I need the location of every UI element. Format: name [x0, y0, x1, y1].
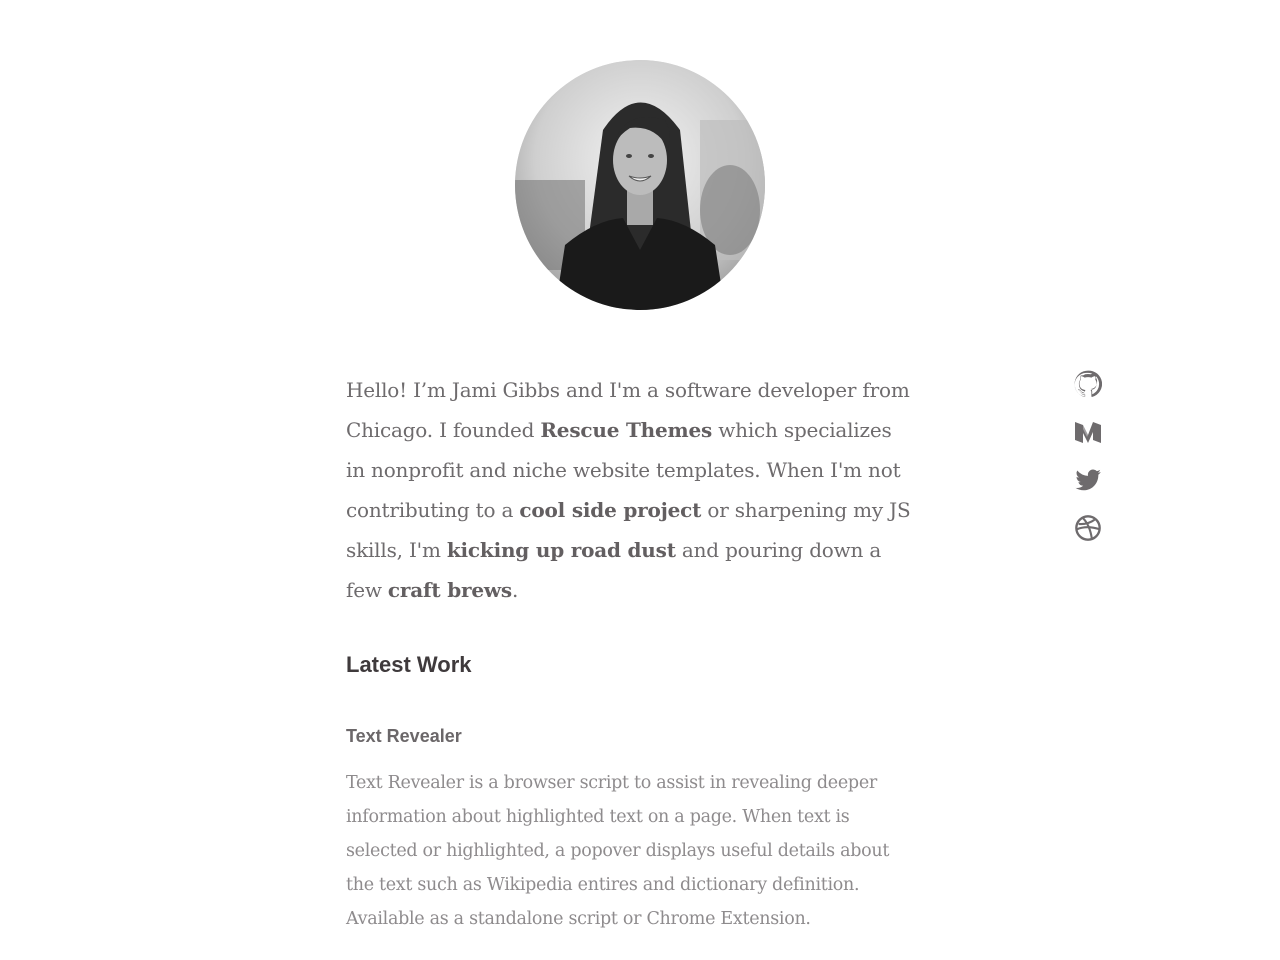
latest-work-heading: Latest Work: [346, 652, 472, 677]
intro-text: .: [511, 578, 519, 602]
medium-link[interactable]: [1074, 418, 1102, 446]
avatar: [515, 60, 765, 310]
craft-brews-link[interactable]: craft brews: [388, 578, 512, 602]
intro-paragraph: Hello! I’m Jami Gibbs and I'm a software…: [346, 370, 912, 610]
twitter-icon: [1075, 469, 1101, 491]
project-title[interactable]: Text Revealer: [346, 726, 462, 747]
dribbble-icon: [1075, 515, 1101, 541]
project-description: Text Revealer is a browser script to ass…: [346, 773, 890, 929]
medium-icon: [1075, 422, 1101, 443]
github-icon: [1074, 370, 1102, 397]
social-links: [1074, 370, 1104, 562]
road-dust-link[interactable]: kicking up road dust: [447, 538, 676, 562]
side-project-link[interactable]: cool side project: [519, 498, 701, 522]
avatar-photo: [515, 60, 765, 310]
rescue-themes-link[interactable]: Rescue Themes: [540, 418, 712, 442]
twitter-link[interactable]: [1074, 466, 1102, 494]
dribbble-link[interactable]: [1074, 514, 1102, 542]
github-link[interactable]: [1074, 370, 1102, 398]
